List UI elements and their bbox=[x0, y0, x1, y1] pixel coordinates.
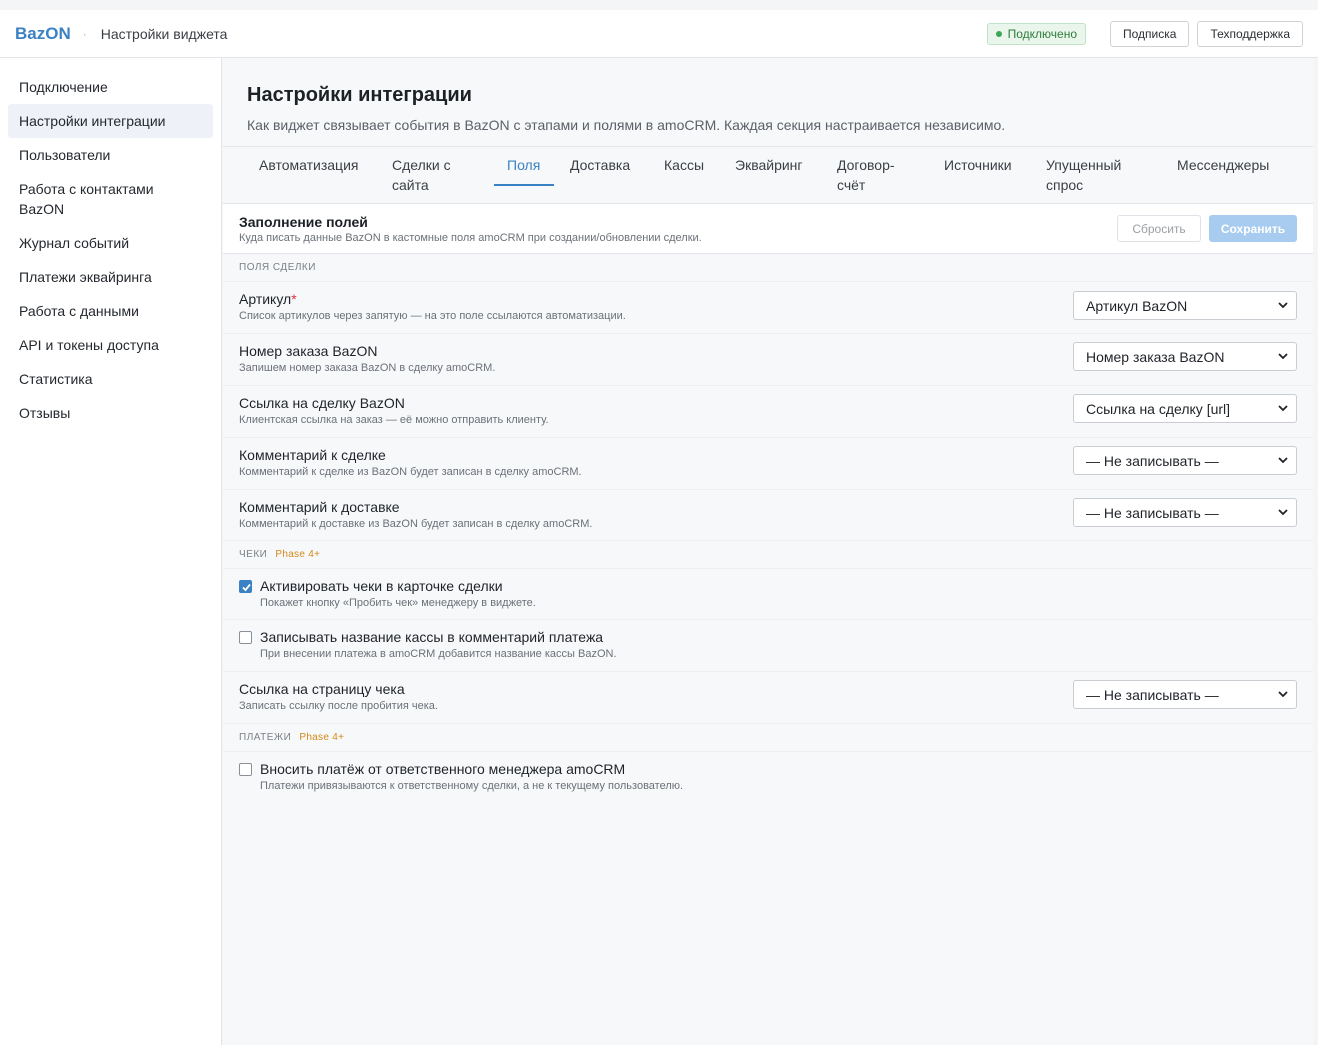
order-number-select[interactable]: Номер заказа BazON bbox=[1073, 342, 1297, 371]
tab-site-deals[interactable]: Сделки с сайта bbox=[392, 155, 472, 195]
chevron-down-icon bbox=[1278, 405, 1288, 412]
field-row-deal-link: Ссылка на сделку BazON Клиентская ссылка… bbox=[223, 386, 1313, 438]
page-title: Настройки интеграции bbox=[247, 84, 472, 106]
checkbox-hint: При внесении платежа в amoCRM добавится … bbox=[260, 648, 617, 660]
activate-receipts-checkbox[interactable] bbox=[239, 580, 252, 593]
field-row-order-number: Номер заказа BazON Запишем номер заказа … bbox=[223, 334, 1313, 386]
tab-active-indicator bbox=[494, 184, 554, 186]
top-bar: BazON · Настройки виджета Подключено Под… bbox=[0, 10, 1318, 58]
select-value: — Не записывать — bbox=[1086, 504, 1219, 521]
reset-button[interactable]: Сбросить bbox=[1117, 215, 1201, 242]
chevron-down-icon bbox=[1278, 302, 1288, 309]
main-content: Настройки интеграции Как виджет связывае… bbox=[223, 58, 1313, 1045]
check-icon bbox=[242, 583, 251, 592]
select-value: — Не записывать — bbox=[1086, 452, 1219, 469]
group-label-receipts: ЧЕКИ Phase 4+ bbox=[223, 541, 1313, 569]
phase-badge: Phase 4+ bbox=[299, 732, 345, 743]
tab-cashboxes[interactable]: Кассы bbox=[664, 155, 704, 175]
brand-logo[interactable]: BazON bbox=[15, 24, 71, 44]
checkbox-row-cashbox-name: Записывать название кассы в комментарий … bbox=[223, 620, 1313, 672]
sidebar-item-users[interactable]: Пользователи bbox=[8, 138, 213, 172]
tab-bar: Автоматизация Сделки с сайта Поля Достав… bbox=[223, 146, 1313, 204]
tab-delivery[interactable]: Доставка bbox=[570, 155, 630, 175]
save-button[interactable]: Сохранить bbox=[1209, 215, 1297, 242]
tab-contract-invoice[interactable]: Договор-счёт bbox=[837, 155, 917, 195]
support-button[interactable]: Техподдержка bbox=[1197, 20, 1303, 47]
sidebar-item-integration-settings[interactable]: Настройки интеграции bbox=[8, 104, 213, 138]
chevron-down-icon bbox=[1278, 691, 1288, 698]
group-label-text: ПЛАТЕЖИ bbox=[239, 732, 292, 743]
checkbox-label: Активировать чеки в карточке сделки bbox=[260, 578, 503, 594]
responsible-payment-checkbox[interactable] bbox=[239, 763, 252, 776]
group-label-text: ЧЕКИ bbox=[239, 549, 268, 560]
tab-fields[interactable]: Поля bbox=[507, 155, 540, 175]
section-header: Заполнение полей Куда писать данные BazO… bbox=[223, 204, 1313, 254]
sidebar-item-event-log[interactable]: Журнал событий bbox=[8, 226, 213, 260]
checkbox-row-responsible-payment: Вносить платёж от ответственного менедже… bbox=[223, 752, 1313, 802]
sidebar-item-statistics[interactable]: Статистика bbox=[8, 362, 213, 396]
sidebar-item-connection[interactable]: Подключение bbox=[8, 70, 213, 104]
header-title: Настройки виджета bbox=[100, 25, 228, 42]
header-separator: · bbox=[82, 26, 87, 41]
group-label-deal-fields: ПОЛЯ СДЕЛКИ bbox=[223, 254, 1313, 282]
checkbox-label: Вносить платёж от ответственного менедже… bbox=[260, 761, 626, 777]
delivery-comment-select[interactable]: — Не записывать — bbox=[1073, 498, 1297, 527]
deal-link-select[interactable]: Ссылка на сделку [url] bbox=[1073, 394, 1297, 423]
sidebar: Подключение Настройки интеграции Пользов… bbox=[0, 58, 222, 1045]
chevron-down-icon bbox=[1278, 509, 1288, 516]
status-badge: Подключено bbox=[986, 22, 1087, 45]
article-select[interactable]: Артикул BazON bbox=[1073, 291, 1297, 320]
chevron-down-icon bbox=[1278, 353, 1288, 360]
group-label-payments: ПЛАТЕЖИ Phase 4+ bbox=[223, 724, 1313, 752]
tab-acquiring[interactable]: Эквайринг bbox=[735, 155, 803, 175]
select-value: Артикул BazON bbox=[1086, 297, 1188, 314]
status-dot-icon bbox=[995, 30, 1002, 37]
subscription-button[interactable]: Подписка bbox=[1110, 20, 1190, 47]
sidebar-item-acquiring-payments[interactable]: Платежи эквайринга bbox=[8, 260, 213, 294]
sidebar-item-reviews[interactable]: Отзывы bbox=[8, 396, 213, 430]
status-text: Подключено bbox=[1007, 26, 1078, 41]
sidebar-item-api-tokens[interactable]: API и токены доступа bbox=[8, 328, 213, 362]
page-subtitle: Как виджет связывает события в BazON с э… bbox=[247, 117, 1006, 133]
field-row-deal-comment: Комментарий к сделке Комментарий к сделк… bbox=[223, 438, 1313, 490]
field-row-article: Артикул* Список артикулов через запятую … bbox=[223, 282, 1313, 334]
section-actions: Сбросить Сохранить bbox=[1117, 215, 1297, 242]
select-value: Ссылка на сделку [url] bbox=[1086, 400, 1231, 417]
group-label-text: ПОЛЯ СДЕЛКИ bbox=[239, 262, 316, 273]
phase-badge: Phase 4+ bbox=[275, 549, 321, 560]
deal-comment-select[interactable]: — Не записывать — bbox=[1073, 446, 1297, 475]
cashbox-name-checkbox[interactable] bbox=[239, 631, 252, 644]
page-header: Настройки интеграции Как виджет связывае… bbox=[223, 58, 1313, 146]
checkbox-row-activate-receipts: Активировать чеки в карточке сделки Пока… bbox=[223, 569, 1313, 620]
receipt-link-select[interactable]: — Не записывать — bbox=[1073, 680, 1297, 709]
checkbox-label: Записывать название кассы в комментарий … bbox=[260, 629, 604, 645]
field-row-receipt-link: Ссылка на страницу чека Записать ссылку … bbox=[223, 672, 1313, 724]
tab-lost-demand[interactable]: Упущенный спрос bbox=[1046, 155, 1146, 195]
checkbox-hint: Платежи привязываются к ответственному с… bbox=[260, 780, 684, 792]
field-row-delivery-comment: Комментарий к доставке Комментарий к дос… bbox=[223, 490, 1313, 541]
tab-sources[interactable]: Источники bbox=[944, 155, 1012, 175]
header-actions: Подключено Подписка Техподдержка bbox=[986, 20, 1303, 47]
tab-automation[interactable]: Автоматизация bbox=[259, 155, 358, 175]
required-mark: * bbox=[291, 291, 297, 307]
select-value: — Не записывать — bbox=[1086, 686, 1219, 703]
tab-messengers[interactable]: Мессенджеры bbox=[1177, 155, 1269, 175]
checkbox-hint: Покажет кнопку «Пробить чек» менеджеру в… bbox=[260, 597, 536, 609]
sidebar-item-data[interactable]: Работа с данными bbox=[8, 294, 213, 328]
select-value: Номер заказа BazON bbox=[1086, 348, 1225, 365]
sidebar-item-contacts[interactable]: Работа с контактами BazON bbox=[8, 172, 188, 226]
chevron-down-icon bbox=[1278, 457, 1288, 464]
